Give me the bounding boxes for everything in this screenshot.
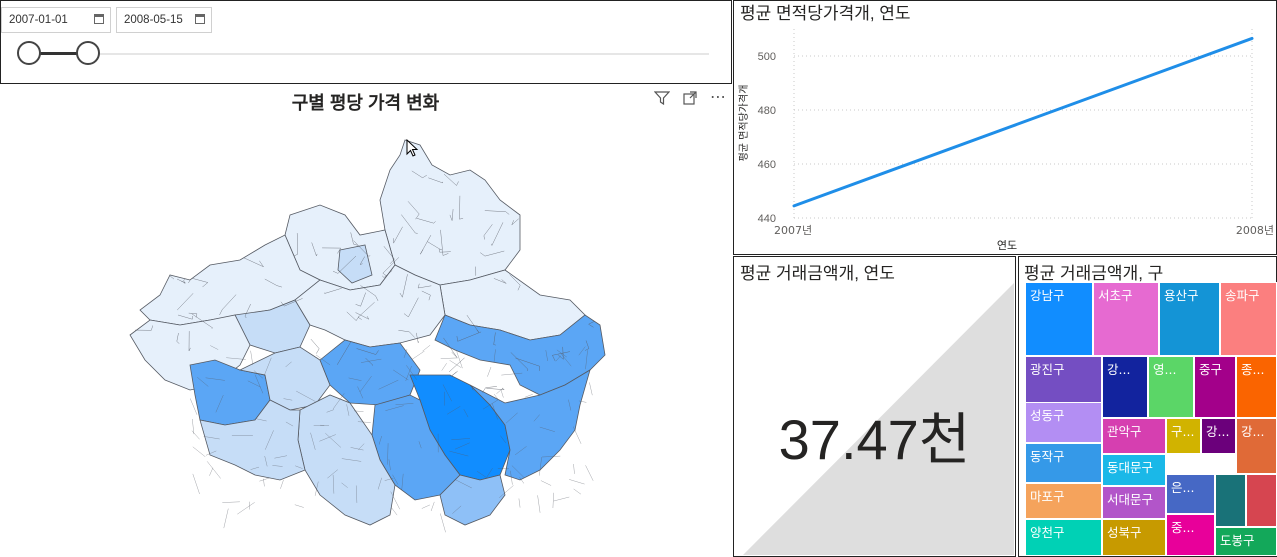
treemap-tile-label: 도봉구 xyxy=(1220,533,1255,548)
treemap-tile-label: 강... xyxy=(1206,424,1230,439)
treemap-tile-label: 송파구 xyxy=(1225,288,1260,303)
treemap-title: 평균 거래금액개, 구 xyxy=(1024,264,1164,283)
treemap-tile[interactable]: 강... xyxy=(1201,418,1236,454)
treemap-tile[interactable]: 마포구 xyxy=(1025,483,1102,519)
treemap-tile[interactable] xyxy=(1246,474,1277,527)
card-visual[interactable]: 평균 거래금액개, 연도 37.47천 xyxy=(733,256,1016,557)
treemap-tile-label: 중구 xyxy=(1199,362,1223,377)
district-yongsan[interactable] xyxy=(319,339,421,406)
end-date-input[interactable]: 2008-05-15 xyxy=(116,7,212,33)
treemap-tile-label: 영... xyxy=(1153,362,1177,377)
treemap-tile[interactable]: 관악구 xyxy=(1102,418,1166,454)
treemap-visual[interactable]: 평균 거래금액개, 구 강남구 서초구 용산구 송파구 광진구 강... 영... 중구 종..… xyxy=(1018,256,1277,557)
start-date-value: 2007-01-01 xyxy=(9,14,68,26)
card-title: 평균 거래금액개, 연도 xyxy=(740,264,895,283)
line-chart-plot[interactable]: 4404604805002007년 2008년연도평균 면적당가격개 xyxy=(734,1,1276,254)
treemap-tile[interactable]: 성동구 xyxy=(1025,402,1102,443)
treemap-tile[interactable]: 은... xyxy=(1166,474,1215,514)
treemap-tile[interactable]: 동대문구 xyxy=(1102,454,1166,486)
treemap-tile-label: 강... xyxy=(1107,362,1131,377)
mouse-cursor-icon xyxy=(406,139,419,157)
slider-track[interactable] xyxy=(29,53,709,55)
treemap-tile-label: 성동구 xyxy=(1030,408,1065,423)
treemap-tile[interactable]: 영... xyxy=(1148,356,1194,418)
date-slicer: 2007-01-01 2008-05-15 xyxy=(0,0,732,84)
treemap-tile[interactable]: 도봉구 xyxy=(1215,527,1277,556)
treemap-tile[interactable]: 동작구 xyxy=(1025,443,1102,483)
line-chart-visual[interactable]: 평균 면적당가격개, 연도 440 460 480 500 2007년 2008년 연도 평균… xyxy=(733,0,1277,255)
treemap-tile[interactable]: 용산구 xyxy=(1159,282,1220,356)
x-axis-label: 연도 xyxy=(997,239,1017,252)
treemap-tile-label: 양천구 xyxy=(1030,525,1065,540)
treemap-tile-label: 용산구 xyxy=(1164,288,1199,303)
seoul-district-map[interactable] xyxy=(0,85,731,557)
treemap-tile[interactable]: 중... xyxy=(1166,514,1215,556)
treemap-tile[interactable]: 양천구 xyxy=(1025,519,1102,556)
treemap-tile[interactable]: 서대문구 xyxy=(1102,486,1166,519)
district-dobong[interactable] xyxy=(379,139,521,286)
treemap-tile-label: 마포구 xyxy=(1030,489,1065,504)
slider-end-handle[interactable] xyxy=(76,41,100,65)
x-tick-label: 2007년 xyxy=(774,224,812,237)
treemap-tile-label: 종... xyxy=(1241,362,1265,377)
start-date-input[interactable]: 2007-01-01 xyxy=(1,7,111,33)
treemap-tile[interactable]: 종... xyxy=(1236,356,1277,418)
map-visual[interactable]: 구별 평당 가격 변화 ⋯ xyxy=(0,85,731,557)
treemap-tile-label: 서대문구 xyxy=(1107,492,1154,507)
treemap-tile-label: 은... xyxy=(1171,480,1195,495)
treemap-tile-label: 서초구 xyxy=(1098,288,1133,303)
y-axis-label: 평균 면적당가격개 xyxy=(737,85,750,162)
card-value: 37.47천 xyxy=(778,408,971,471)
treemap-tile[interactable]: 강남구 xyxy=(1025,282,1093,356)
treemap-tile-label: 광진구 xyxy=(1030,362,1065,377)
treemap-tile-label: 강... xyxy=(1241,424,1265,439)
treemap-tile-label: 동대문구 xyxy=(1107,460,1154,475)
treemap-tile-label: 강남구 xyxy=(1030,288,1065,303)
calendar-icon[interactable] xyxy=(195,14,205,24)
calendar-icon[interactable] xyxy=(94,14,104,24)
series-line[interactable] xyxy=(792,36,1254,208)
treemap-tile[interactable]: 강... xyxy=(1102,356,1148,418)
y-tick-label: 480 xyxy=(758,105,776,117)
y-tick-label: 460 xyxy=(758,159,776,171)
treemap-tile-label: 관악구 xyxy=(1107,424,1142,439)
treemap-tile[interactable]: 성북구 xyxy=(1102,519,1166,556)
slider-start-handle[interactable] xyxy=(17,41,41,65)
treemap-tile[interactable] xyxy=(1215,474,1246,527)
treemap-tile-label: 성북구 xyxy=(1107,525,1142,540)
treemap-tile-label: 동작구 xyxy=(1030,449,1065,464)
treemap-tile[interactable]: 구... xyxy=(1166,418,1201,454)
treemap-tile-label: 구... xyxy=(1171,424,1195,439)
treemap-tile[interactable]: 중구 xyxy=(1194,356,1236,418)
treemap-tile-label: 중... xyxy=(1171,520,1195,535)
x-tick-label: 2008년 xyxy=(1236,224,1274,237)
treemap-tile[interactable]: 서초구 xyxy=(1093,282,1159,356)
y-tick-label: 500 xyxy=(758,51,776,63)
treemap-tile[interactable]: 송파구 xyxy=(1220,282,1277,356)
end-date-value: 2008-05-15 xyxy=(124,14,183,26)
treemap-tile[interactable]: 강... xyxy=(1236,418,1277,474)
